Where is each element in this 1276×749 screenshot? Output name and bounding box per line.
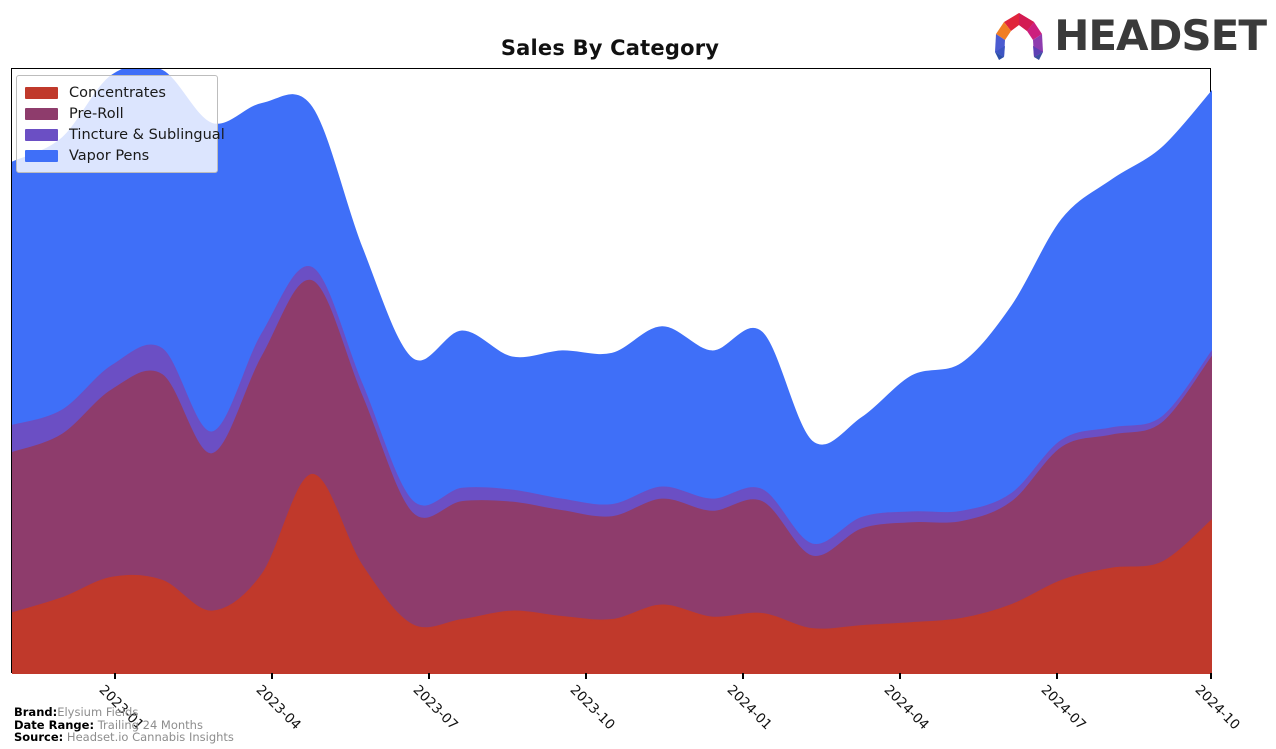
legend-label-concentrates: Concentrates [69, 84, 166, 101]
legend-item-pre-roll[interactable]: Pre-Roll [25, 103, 209, 124]
x-tick-label: 2024-01 [723, 682, 775, 734]
x-tick-mark [899, 673, 901, 679]
footnote-source: Source: Headset.io Cannabis Insights [14, 731, 234, 744]
x-tick-mark [271, 673, 273, 679]
footnote-source-text: Headset.io Cannabis Insights [66, 730, 234, 745]
x-tick-label: 2024-04 [880, 682, 932, 734]
legend-label-tincture-sublingual: Tincture & Sublingual [69, 126, 225, 143]
footnote-source-key: Source: [14, 730, 64, 745]
chart-page: Sales By Category HEADSET Concentrates P… [0, 0, 1276, 749]
legend-label-pre-roll: Pre-Roll [69, 105, 124, 122]
legend-swatch-concentrates [25, 86, 58, 99]
x-tick-label: 2024-07 [1037, 682, 1089, 734]
x-tick-mark [742, 673, 744, 679]
legend-item-tincture-sublingual[interactable]: Tincture & Sublingual [25, 124, 225, 145]
legend-swatch-vapor-pens [25, 149, 58, 162]
x-tick-mark [114, 673, 116, 679]
legend-label-vapor-pens: Vapor Pens [69, 147, 150, 164]
x-tick-label: 2023-04 [252, 682, 304, 734]
chart-legend[interactable]: Concentrates Pre-Roll Tincture & Subling… [16, 75, 225, 173]
legend-item-concentrates[interactable]: Concentrates [25, 82, 209, 103]
chart-footnotes: Brand:Elysium Fields Date Range: Trailin… [14, 706, 234, 744]
x-tick-label: 2023-07 [409, 682, 461, 734]
headset-logo: HEADSET [990, 10, 1267, 62]
x-tick-label: 2024-10 [1191, 682, 1243, 734]
legend-swatch-pre-roll [25, 107, 58, 120]
x-tick-mark [428, 673, 430, 679]
logo-wordmark: HEADSET [1054, 11, 1267, 60]
x-tick-label: 2023-10 [566, 682, 618, 734]
x-tick-mark [585, 673, 587, 679]
legend-item-vapor-pens[interactable]: Vapor Pens [25, 145, 209, 166]
legend-swatch-tincture-sublingual [25, 128, 58, 141]
x-tick-mark [1056, 673, 1058, 679]
headset-arch-logo-icon [995, 13, 1044, 60]
x-tick-mark [1210, 673, 1212, 679]
